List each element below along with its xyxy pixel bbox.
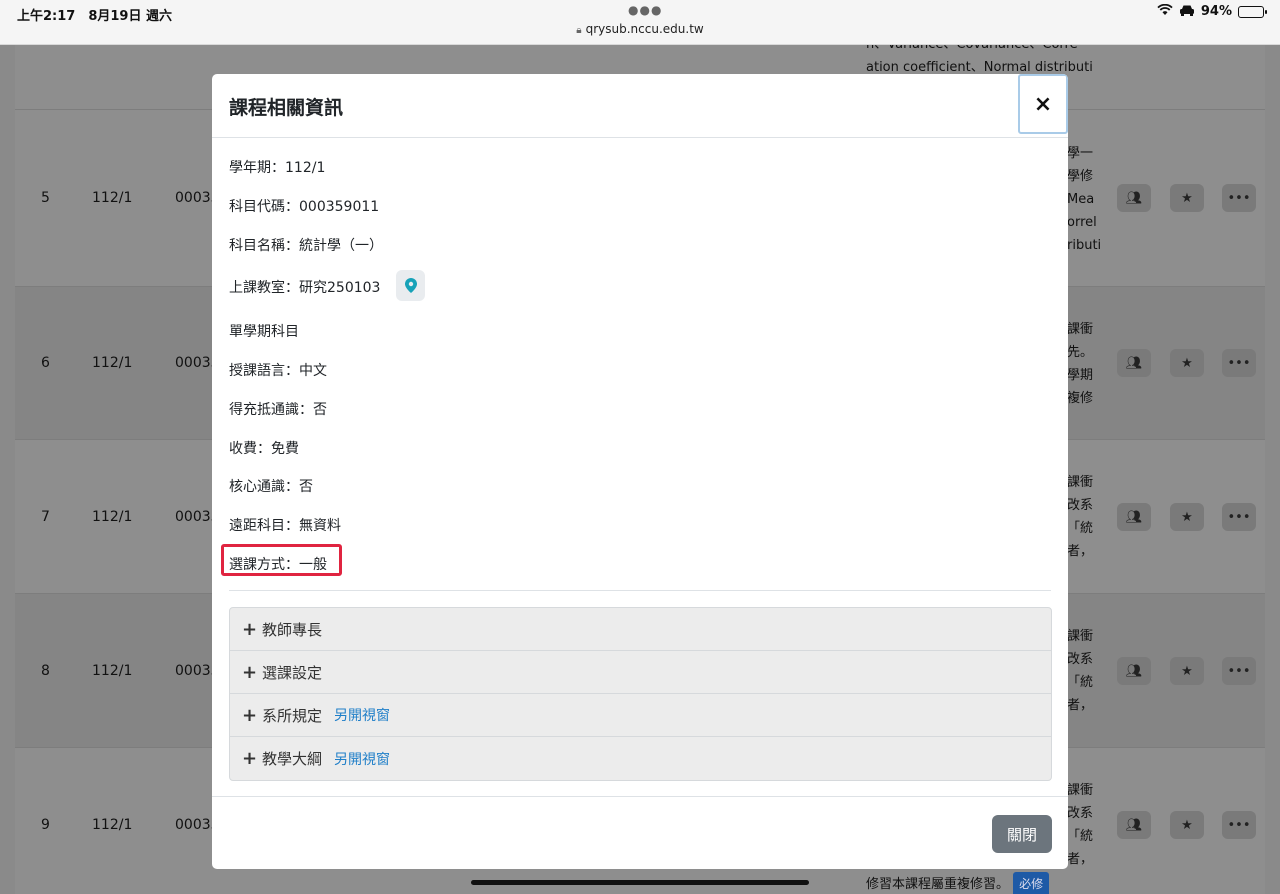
star-icon[interactable]: ★ (1170, 657, 1204, 685)
plus-icon: + (242, 661, 258, 683)
bg-side-line: 修習本課程屬重複修習。 (866, 877, 1010, 892)
modal-header: 課程相關資訊 × (212, 74, 1068, 138)
course-info-modal: 課程相關資訊 × 學年期：112/1 科目代碼：000359011 科目名稱：統… (212, 74, 1068, 869)
car-icon (1179, 4, 1195, 19)
bg-side-line: 課衝 (1067, 783, 1094, 798)
info-academic-term: 學年期：112/1 (229, 160, 326, 176)
row-index: 9 (41, 817, 50, 833)
row-term: 112/1 (92, 663, 133, 679)
bg-side-line: ributi (1067, 238, 1102, 253)
bg-side-line: 課衝 (1067, 629, 1094, 644)
modal-title: 課程相關資訊 (229, 97, 344, 119)
battery-percent: 94% (1200, 4, 1232, 19)
lock-icon: 🔒︎ (576, 25, 582, 36)
plus-icon: + (242, 748, 258, 769)
bg-side-line: 課衝 (1067, 475, 1094, 490)
accordion-label: 系所規定 (262, 706, 323, 725)
star-icon[interactable]: ★ (1170, 349, 1204, 377)
info-classroom: 上課教室：研究250103 (229, 280, 381, 296)
battery-icon (1238, 5, 1267, 18)
plus-icon: + (242, 618, 258, 640)
members-icon[interactable]: 👥︎ (1117, 349, 1151, 377)
bg-side-line: 者， (1067, 852, 1094, 867)
info-course-name: 科目名稱：統計學（一） (229, 238, 383, 254)
url-text: qrysub.nccu.edu.tw (585, 22, 704, 36)
bg-side-line: 者， (1067, 698, 1094, 713)
more-icon[interactable]: ••• (1222, 349, 1256, 377)
bg-side-line: 者， (1067, 544, 1094, 559)
map-pin-icon[interactable] (396, 270, 425, 301)
accordion-department-rules[interactable]: + 系所規定 另開視窗 (230, 694, 1051, 737)
open-new-window-link[interactable]: 另開視窗 (334, 749, 390, 769)
modal-footer: 關閉 (212, 796, 1068, 869)
more-icon[interactable]: ••• (1222, 184, 1256, 212)
close-button[interactable]: 關閉 (992, 815, 1052, 853)
accordion-syllabus[interactable]: + 教學大綱 另開視窗 (230, 737, 1051, 780)
star-icon[interactable]: ★ (1170, 503, 1204, 531)
more-dots-icon[interactable]: ●●● (628, 3, 662, 17)
bg-side-line: 課衝 (1067, 322, 1094, 337)
bg-side-line: 複修 (1067, 391, 1094, 406)
more-icon[interactable]: ••• (1222, 657, 1256, 685)
info-semester-type: 單學期科目 (229, 324, 299, 340)
accordion-teacher-expertise[interactable]: + 教師專長 (230, 608, 1051, 651)
accordion-label: 教學大綱 (262, 750, 323, 768)
info-general-credit: 得充抵通識：否 (229, 402, 327, 418)
more-icon[interactable]: ••• (1222, 811, 1256, 839)
bg-side-line: 學一 (1067, 146, 1094, 161)
row-term: 112/1 (92, 817, 133, 833)
members-icon[interactable]: 👥︎ (1117, 657, 1151, 685)
status-indicators: 94% (1157, 3, 1267, 19)
status-bar: 上午2:17 8月19日 週六 ●●● 🔒︎ qrysub.nccu.edu.tw… (0, 0, 1280, 45)
accordion-label: 教師專長 (262, 620, 323, 639)
row-term: 112/1 (92, 190, 133, 206)
more-icon[interactable]: ••• (1222, 503, 1256, 531)
info-core-general: 核心通識：否 (229, 479, 313, 495)
row-term: 112/1 (92, 355, 133, 371)
open-new-window-link[interactable]: 另開視窗 (334, 705, 390, 725)
members-icon[interactable]: 👥︎ (1117, 503, 1151, 531)
info-distance-course: 遠距科目：無資料 (229, 518, 341, 534)
star-icon[interactable]: ★ (1170, 811, 1204, 839)
close-icon[interactable]: × (1018, 74, 1068, 134)
members-icon[interactable]: 👥︎ (1117, 184, 1151, 212)
accordion-label: 選課設定 (262, 663, 323, 682)
row-index: 7 (41, 509, 50, 525)
row-index: 6 (41, 355, 50, 371)
address-bar[interactable]: 🔒︎ qrysub.nccu.edu.tw (0, 22, 1280, 36)
bg-side-line: orrel (1067, 215, 1097, 230)
wifi-icon (1157, 3, 1173, 19)
accordion-enrollment-settings[interactable]: + 選課設定 (230, 651, 1051, 694)
info-language: 授課語言：中文 (229, 363, 327, 379)
row-index: 5 (41, 190, 50, 206)
row-index: 8 (41, 663, 50, 679)
row-term: 112/1 (92, 509, 133, 525)
info-course-code: 科目代碼：000359011 (229, 199, 380, 215)
highlight-box (221, 544, 342, 576)
info-accordion: + 教師專長 + 選課設定 + 系所規定 另開視窗 + 教學大綱 另開視窗 (229, 607, 1052, 781)
bg-side-text-bottom: 修習本課程屬重複修習。 必修 (866, 872, 1106, 894)
info-fee: 收費：免費 (229, 441, 299, 457)
plus-icon: + (242, 704, 258, 726)
divider (229, 590, 1051, 591)
required-badge: 必修 (1013, 872, 1050, 894)
members-icon[interactable]: 👥︎ (1117, 811, 1151, 839)
star-icon[interactable]: ★ (1170, 184, 1204, 212)
home-indicator[interactable] (471, 880, 809, 885)
